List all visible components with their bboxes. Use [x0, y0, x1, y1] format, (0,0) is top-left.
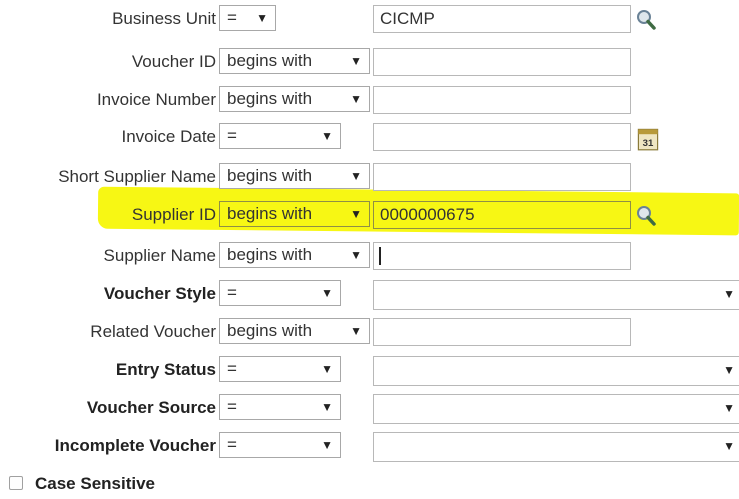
dropdown-arrow-icon: ▼: [321, 286, 333, 300]
row-entry-status: Entry Status = ▼ ▼: [0, 354, 739, 386]
dropdown-arrow-icon: ▼: [350, 248, 362, 262]
business-unit-input[interactable]: CICMP: [373, 5, 631, 33]
dropdown-arrow-icon: ▼: [723, 363, 735, 377]
operator-value: begins with: [227, 51, 313, 70]
dropdown-arrow-icon: ▼: [723, 401, 735, 415]
row-voucher-source: Voucher Source = ▼ ▼: [0, 392, 739, 424]
business-unit-value: CICMP: [380, 9, 435, 28]
calendar-icon[interactable]: 31: [637, 127, 659, 151]
dropdown-arrow-icon: ▼: [350, 324, 362, 338]
row-invoice-number: Invoice Number begins with ▼: [0, 84, 739, 116]
supplier-id-input[interactable]: 0000000675: [373, 201, 631, 229]
dropdown-arrow-icon: ▼: [723, 439, 735, 453]
operator-value: begins with: [227, 321, 313, 340]
case-sensitive-checkbox[interactable]: [9, 476, 23, 490]
incomplete-voucher-operator-select[interactable]: = ▼: [219, 432, 341, 458]
row-voucher-style: Voucher Style = ▼ ▼: [0, 278, 739, 310]
supplier-name-label: Supplier Name: [103, 246, 216, 265]
voucher-style-select[interactable]: ▼: [373, 280, 739, 310]
voucher-id-label: Voucher ID: [131, 52, 216, 71]
voucher-source-label: Voucher Source: [86, 398, 216, 417]
operator-value: =: [227, 126, 237, 145]
invoice-date-operator-select[interactable]: = ▼: [219, 123, 341, 149]
operator-value: =: [227, 283, 237, 302]
dropdown-arrow-icon: ▼: [321, 400, 333, 414]
voucher-source-select[interactable]: ▼: [373, 394, 739, 424]
voucher-source-operator-select[interactable]: = ▼: [219, 394, 341, 420]
invoice-number-label: Invoice Number: [96, 90, 216, 109]
voucher-style-label: Voucher Style: [103, 284, 216, 303]
operator-value: =: [227, 435, 237, 454]
supplier-id-label: Supplier ID: [131, 205, 216, 224]
entry-status-select[interactable]: ▼: [373, 356, 739, 386]
dropdown-arrow-icon: ▼: [321, 129, 333, 143]
operator-value: begins with: [227, 204, 313, 223]
row-business-unit: Business Unit = ▼ CICMP: [0, 3, 739, 35]
magnifier-icon[interactable]: [635, 7, 657, 31]
row-supplier-id: Supplier ID begins with ▼ 0000000675: [0, 199, 739, 231]
operator-value: =: [227, 359, 237, 378]
row-invoice-date: Invoice Date = ▼ 31: [0, 121, 739, 153]
related-voucher-label: Related Voucher: [90, 322, 216, 341]
row-related-voucher: Related Voucher begins with ▼: [0, 316, 739, 348]
business-unit-label: Business Unit: [112, 9, 216, 28]
operator-value: begins with: [227, 166, 313, 185]
operator-value: =: [227, 8, 237, 27]
business-unit-operator-select[interactable]: = ▼: [219, 5, 276, 31]
related-voucher-operator-select[interactable]: begins with ▼: [219, 318, 370, 344]
dropdown-arrow-icon: ▼: [321, 438, 333, 452]
row-short-supplier-name: Short Supplier Name begins with ▼: [0, 161, 739, 193]
magnifier-icon[interactable]: [635, 203, 657, 227]
supplier-id-value: 0000000675: [380, 205, 475, 224]
dropdown-arrow-icon: ▼: [350, 92, 362, 106]
calendar-icon-text: 31: [643, 138, 654, 149]
supplier-name-operator-select[interactable]: begins with ▼: [219, 242, 370, 268]
dropdown-arrow-icon: ▼: [321, 362, 333, 376]
entry-status-operator-select[interactable]: = ▼: [219, 356, 341, 382]
invoice-date-input[interactable]: [373, 123, 631, 151]
row-supplier-name: Supplier Name begins with ▼: [0, 240, 739, 272]
voucher-id-operator-select[interactable]: begins with ▼: [219, 48, 370, 74]
incomplete-voucher-label: Incomplete Voucher: [54, 436, 216, 455]
voucher-style-operator-select[interactable]: = ▼: [219, 280, 341, 306]
short-supplier-name-input[interactable]: [373, 163, 631, 191]
supplier-id-operator-select[interactable]: begins with ▼: [219, 201, 370, 227]
related-voucher-input[interactable]: [373, 318, 631, 346]
short-supplier-name-operator-select[interactable]: begins with ▼: [219, 163, 370, 189]
operator-value: =: [227, 397, 237, 416]
dropdown-arrow-icon: ▼: [350, 54, 362, 68]
dropdown-arrow-icon: ▼: [256, 11, 268, 25]
entry-status-label: Entry Status: [115, 360, 216, 379]
case-sensitive-label[interactable]: Case Sensitive: [35, 474, 155, 494]
supplier-name-input[interactable]: [373, 242, 631, 270]
invoice-number-input[interactable]: [373, 86, 631, 114]
incomplete-voucher-select[interactable]: ▼: [373, 432, 739, 462]
short-supplier-name-label: Short Supplier Name: [58, 167, 216, 186]
dropdown-arrow-icon: ▼: [723, 287, 735, 301]
operator-value: begins with: [227, 245, 313, 264]
dropdown-arrow-icon: ▼: [350, 207, 362, 221]
dropdown-arrow-icon: ▼: [350, 169, 362, 183]
voucher-id-input[interactable]: [373, 48, 631, 76]
text-cursor: [379, 247, 381, 265]
invoice-number-operator-select[interactable]: begins with ▼: [219, 86, 370, 112]
row-incomplete-voucher: Incomplete Voucher = ▼ ▼: [0, 430, 739, 462]
invoice-date-label: Invoice Date: [121, 127, 217, 146]
row-voucher-id: Voucher ID begins with ▼: [0, 46, 739, 78]
operator-value: begins with: [227, 89, 313, 108]
